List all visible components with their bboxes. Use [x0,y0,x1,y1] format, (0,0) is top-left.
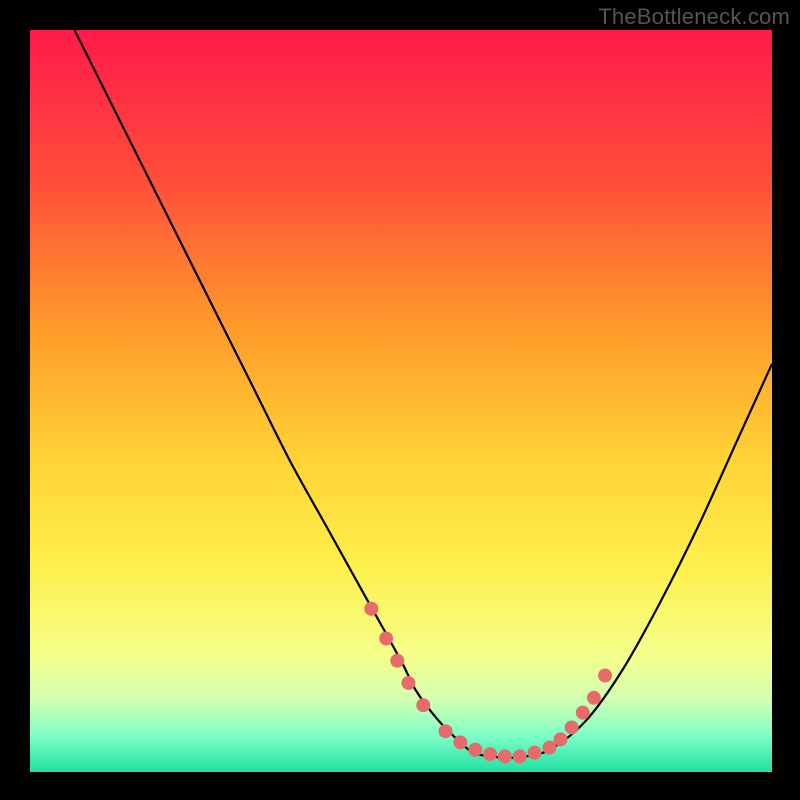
marker-dot [565,720,579,734]
marker-dot [401,676,415,690]
marker-dot [439,724,453,738]
marker-dot [498,749,512,763]
marker-dot [416,698,430,712]
marker-dot [379,631,393,645]
marker-dot [453,735,467,749]
watermark-text: TheBottleneck.com [598,4,790,30]
marker-dot [528,746,542,760]
marker-dot [587,691,601,705]
marker-dot [468,743,482,757]
chart-frame: TheBottleneck.com [0,0,800,800]
marker-dot [542,741,556,755]
marker-dot [576,706,590,720]
marker-dot [483,747,497,761]
marker-dot [390,654,404,668]
marker-dot [598,669,612,683]
marker-dot [513,749,527,763]
bottleneck-chart [0,0,800,800]
marker-dot [554,732,568,746]
marker-dot [364,602,378,616]
